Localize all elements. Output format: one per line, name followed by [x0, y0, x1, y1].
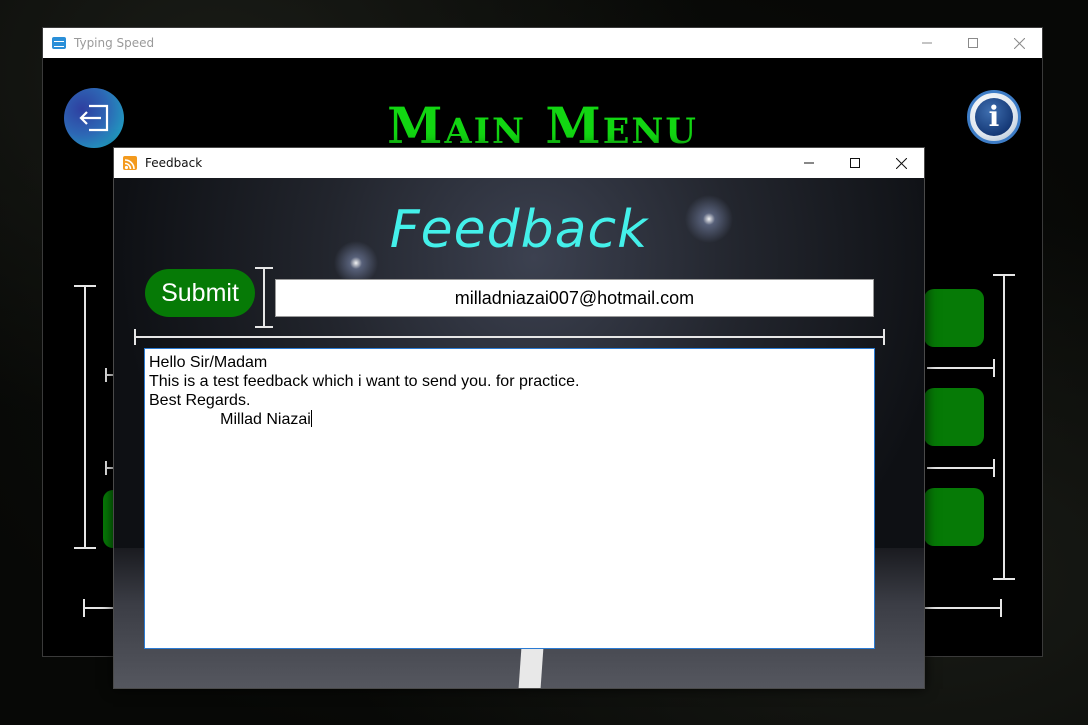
bracket-bottom-left-cap	[83, 599, 85, 617]
divider-line	[135, 336, 885, 338]
rss-icon	[123, 156, 137, 170]
feedback-window: Feedback Feedback Submit milladniazai007…	[113, 147, 925, 689]
maximize-icon	[968, 38, 978, 48]
feedback-window-title: Feedback	[145, 156, 203, 170]
minimize-icon	[804, 162, 814, 164]
message-line: This is a test feedback which i want to …	[149, 373, 580, 390]
bracket-right-tick-1h	[927, 367, 993, 369]
bracket-right-tick-1	[993, 359, 995, 377]
feedback-body: Feedback Submit milladniazai007@hotmail.…	[114, 178, 924, 688]
menu-button-3[interactable]	[924, 488, 984, 546]
info-icon: i	[975, 98, 1013, 136]
ibeam-top	[255, 267, 273, 269]
info-button[interactable]: i	[967, 90, 1021, 144]
feedback-maximize-button[interactable]	[832, 148, 878, 178]
email-field[interactable]: milladniazai007@hotmail.com	[275, 279, 874, 317]
keyboard-icon	[52, 37, 66, 49]
close-icon	[895, 157, 907, 169]
close-icon	[1013, 37, 1025, 49]
feedback-titlebar[interactable]: Feedback	[114, 148, 924, 178]
bracket-bottom-right-cap	[1000, 599, 1002, 617]
message-line: Hello Sir/Madam	[149, 354, 268, 371]
menu-button-2[interactable]	[924, 388, 984, 446]
divider-left-cap	[134, 329, 136, 345]
bracket-right-tick-2	[993, 459, 995, 477]
close-button[interactable]	[996, 28, 1042, 58]
message-line: Millad Niazai	[149, 411, 311, 428]
menu-button-1[interactable]	[924, 289, 984, 347]
feedback-close-button[interactable]	[878, 148, 924, 178]
message-line-signature: Millad Niazai	[149, 410, 870, 429]
feedback-minimize-button[interactable]	[786, 148, 832, 178]
ibeam-vertical	[263, 267, 265, 327]
main-window-title: Typing Speed	[74, 36, 155, 50]
feedback-heading: Feedback	[389, 200, 649, 260]
ibeam-bottom	[255, 326, 273, 328]
submit-button[interactable]: Submit	[145, 269, 255, 317]
maximize-icon	[850, 158, 860, 168]
minimize-button[interactable]	[904, 28, 950, 58]
bracket-right-top	[993, 274, 1015, 276]
bracket-right-vertical	[1003, 275, 1005, 579]
maximize-button[interactable]	[950, 28, 996, 58]
minimize-icon	[922, 42, 932, 44]
message-line: Best Regards.	[149, 392, 251, 409]
bracket-left-bottom	[74, 547, 96, 549]
bracket-right-tick-2h	[927, 467, 993, 469]
background-road-stripe	[518, 648, 544, 688]
main-titlebar[interactable]: Typing Speed	[43, 28, 1042, 58]
bracket-right-bottom	[993, 578, 1015, 580]
feedback-message-textarea[interactable]: Hello Sir/Madam This is a test feedback w…	[144, 348, 875, 649]
divider-right-cap	[883, 329, 885, 345]
bracket-left-top	[74, 285, 96, 287]
bracket-left-vertical	[84, 287, 86, 549]
text-caret	[310, 410, 312, 427]
